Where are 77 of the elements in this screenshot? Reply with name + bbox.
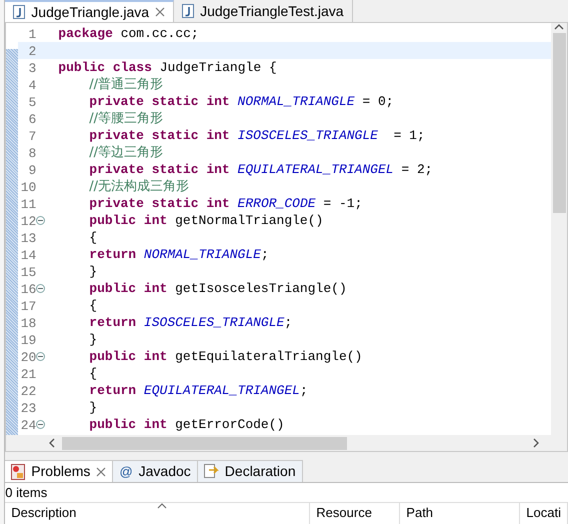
code-text: //等边三角形 [88,144,164,162]
line-number: 12 [20,213,36,229]
code-text: return ISOSCELES_TRIANGLE; [88,314,292,332]
code-text: return EQUILATERAL_TRIANGEL; [88,382,308,400]
view-tab[interactable]: @ Javadoc [113,460,198,482]
code-text: public int getNormalTriangle() [88,212,324,230]
line-number: 6 [27,111,36,127]
column-header[interactable]: Description [5,503,310,524]
tab-label: Javadoc [138,462,191,481]
code-text: private static int ISOSCELES_TRIANGLE = 1; [88,126,425,145]
line-number: 23 [20,400,36,416]
column-header[interactable]: Resource [310,503,400,524]
editor-tab[interactable]: JudgeTriangle.java [5,0,174,22]
code-text: public int getIsoscelesTriangle() [88,280,347,298]
horizontal-scrollbar[interactable] [6,435,567,452]
at-icon: @ [119,465,133,478]
line-number: 16 [20,281,36,297]
vertical-scrollbar[interactable] [551,23,567,436]
line-number: 4 [27,77,36,93]
code-text: { [88,296,98,315]
line-number: 7 [27,128,36,144]
code-text: public class JudgeTriangle { [58,58,277,76]
code-text: } [88,398,98,417]
fold-icon[interactable] [36,352,46,361]
code-text: private static int EQUILATERAL_TRIANGEL = 2; [88,160,433,179]
close-icon[interactable] [96,466,106,476]
view-tab[interactable]: Problems [5,460,114,482]
line-number: 9 [27,162,36,178]
code-text: { [88,228,98,247]
tab-label: Declaration [224,462,296,481]
line-number: 14 [20,247,36,263]
line-number: 13 [20,230,36,246]
code-text: package com.cc.cc; [58,24,199,43]
line-number: 22 [20,383,36,399]
code-text: private static int NORMAL_TRIANGLE = 0; [88,92,394,111]
code-text: public int getEquilateralTriangle() [88,348,362,366]
line-number: 17 [20,298,36,314]
line-number: 15 [20,264,36,280]
line-number: 5 [27,94,36,110]
line-number: 18 [20,315,36,331]
line-number: 10 [20,179,36,195]
code-text: //无法构成三角形 [88,178,190,196]
fold-icon[interactable] [36,216,46,225]
code-text: //等腰三角形 [88,110,164,128]
line-number: 24 [20,417,36,433]
java-file-icon [13,5,26,19]
java-file-icon [182,4,194,18]
line-number: 21 [20,366,36,382]
code-text: } [88,330,98,349]
tab-label: JudgeTriangleTest.java [200,2,344,21]
sort-caret-icon [157,503,168,509]
scroll-thumb[interactable] [62,436,348,450]
problems-icon [11,464,26,480]
line-number: 8 [27,145,36,161]
line-number: 11 [20,196,36,212]
code-text: public int getErrorCode() [88,416,284,434]
code-text: return NORMAL_TRIANGLE; [88,246,269,264]
view-tab[interactable]: Declaration [198,460,303,482]
code-text: { [88,364,98,383]
scroll-right-icon[interactable] [531,438,541,448]
column-header[interactable]: Locati [520,503,568,524]
code-text: } [88,262,98,281]
code-text: //普通三角形 [88,76,164,94]
status-text: 0 items [5,483,568,502]
line-number: 1 [27,26,36,42]
line-number: 19 [20,332,36,348]
tab-label: JudgeTriangle.java [31,2,150,22]
column-header[interactable]: Path [400,503,520,524]
line-number: 20 [20,349,36,365]
tab-label: Problems [31,462,90,481]
close-icon[interactable] [155,7,166,17]
fold-icon[interactable] [36,420,46,429]
code-text: private static int ERROR_CODE = -1; [88,194,362,213]
line-number: 3 [27,60,36,76]
fold-icon[interactable] [36,284,46,293]
scroll-thumb[interactable] [552,33,566,213]
declaration-icon [204,464,219,480]
